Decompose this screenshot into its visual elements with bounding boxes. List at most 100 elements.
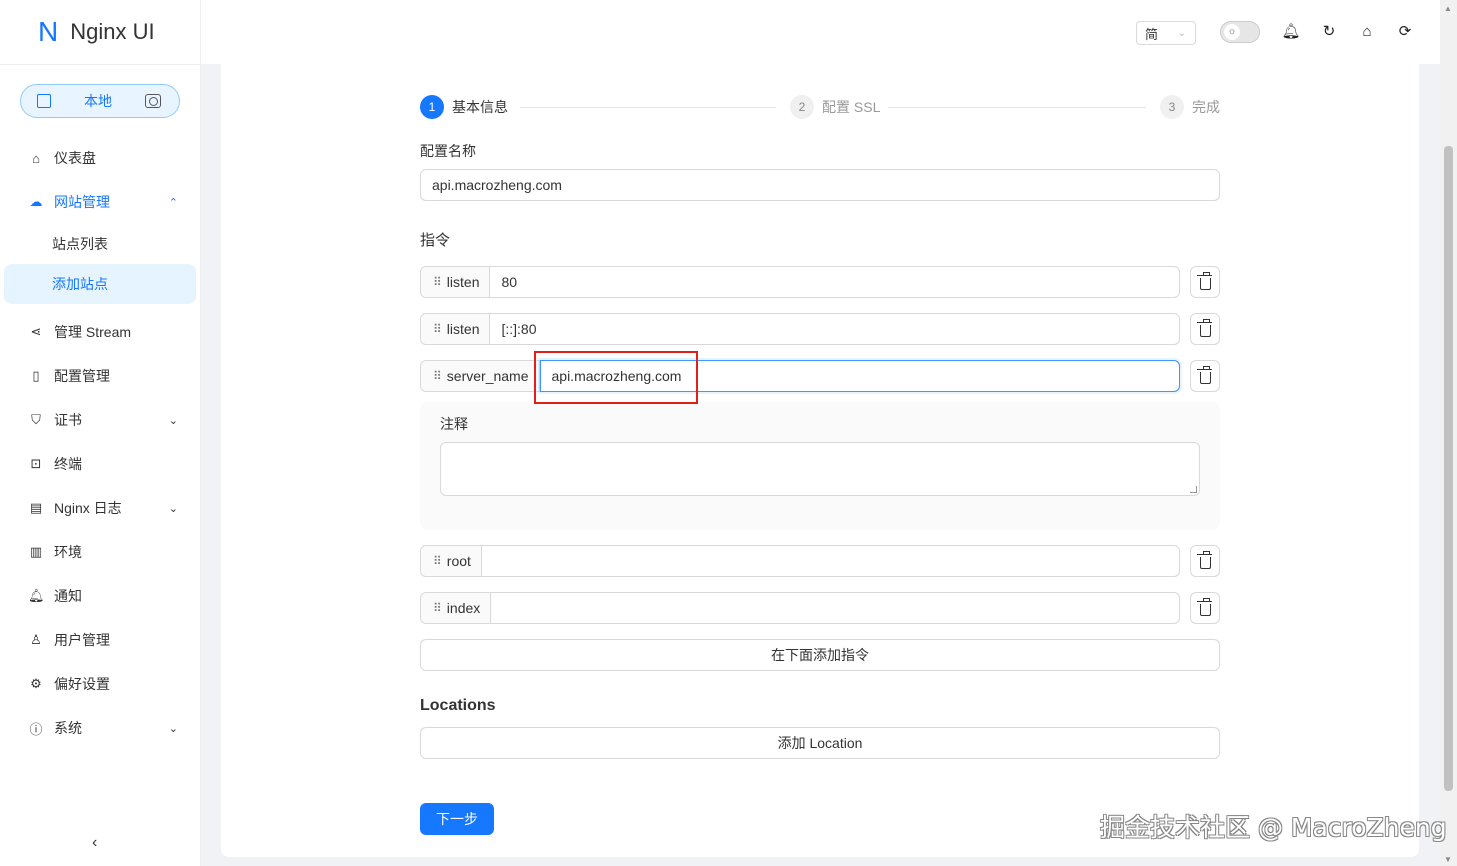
sidebar-item-users[interactable]: ♙ 用户管理 — [0, 618, 200, 662]
chevron-down-icon: ⌄ — [168, 722, 178, 735]
trash-icon — [1196, 550, 1212, 569]
server-icon — [37, 94, 51, 108]
top-header: 简 ⌄ ☼ 🔔︎ ↻ ⌂ ⟳ — [201, 0, 1440, 64]
locations-title: Locations — [420, 697, 496, 714]
next-step-button[interactable]: 下一步 — [420, 803, 494, 835]
language-select[interactable]: 简 ⌄ — [1136, 21, 1196, 45]
delete-directive-button[interactable] — [1190, 313, 1220, 345]
sidebar-item-certificates[interactable]: ⛉ 证书 ⌄ — [0, 398, 200, 442]
config-name-value: api.macrozheng.com — [432, 177, 562, 193]
config-name-input[interactable]: api.macrozheng.com — [420, 169, 1220, 201]
dashboard-icon[interactable] — [145, 94, 161, 108]
theme-toggle[interactable]: ☼ — [1220, 21, 1260, 43]
drag-handle-icon[interactable]: ⠿ — [433, 275, 442, 289]
watermark: 掘金技术社区 @ MacroZheng — [1100, 813, 1447, 842]
config-name-label: 配置名称 — [420, 143, 476, 159]
directive-name-label: listen — [446, 274, 480, 290]
drag-handle-icon[interactable]: ⠿ — [433, 369, 442, 383]
sidebar-menu: ⌂ 仪表盘 ☁ 网站管理 ⌃ 站点列表 添加站点 ⋖ 管理 Stream ▯ 配… — [0, 136, 200, 750]
directive-input-group: ⠿ root — [420, 545, 1180, 577]
add-directive-button[interactable]: 在下面添加指令 — [420, 639, 1220, 671]
directive-comment-panel: 注释 — [420, 402, 1220, 530]
terminal-icon: ⊡ — [30, 456, 42, 471]
delete-directive-button[interactable] — [1190, 592, 1220, 624]
sidebar-item-notifications[interactable]: 🔔︎ 通知 — [0, 574, 200, 618]
collapse-sidebar-icon[interactable]: ‹ — [92, 834, 97, 852]
step-title: 配置 SSL — [822, 99, 881, 115]
directive-name[interactable]: ⠿ index — [421, 593, 492, 623]
language-value: 简 — [1145, 26, 1159, 42]
delete-directive-button[interactable] — [1190, 360, 1220, 392]
scrollbar-thumb[interactable] — [1444, 146, 1453, 791]
sidebar-subitem-site-list[interactable]: 站点列表 — [0, 224, 200, 264]
delete-directive-button[interactable] — [1190, 545, 1220, 577]
scroll-down-icon[interactable]: ▼ — [1444, 855, 1452, 864]
step-number: 1 — [420, 95, 444, 119]
directive-name[interactable]: ⠿ server_name — [421, 361, 540, 391]
comment-label: 注释 — [440, 416, 468, 432]
directive-value-input[interactable] — [482, 546, 1179, 576]
sidebar-subitem-add-site[interactable]: 添加站点 — [4, 264, 196, 304]
trash-icon — [1196, 318, 1212, 337]
drag-handle-icon[interactable]: ⠿ — [433, 601, 442, 615]
steps: 1 基本信息 2 配置 SSL 3 完成 — [420, 95, 1220, 119]
directive-value-input[interactable]: 80 — [490, 267, 1179, 297]
sidebar-item-label: 网站管理 — [54, 194, 110, 210]
sidebar-item-label: 用户管理 — [54, 632, 110, 648]
directive-input-group: ⠿ index — [420, 592, 1180, 624]
sidebar-item-label: 系统 — [54, 720, 82, 736]
sidebar-item-environment[interactable]: ▥ 环境 — [0, 530, 200, 574]
delete-directive-button[interactable] — [1190, 266, 1220, 298]
sidebar-item-dashboard[interactable]: ⌂ 仪表盘 — [0, 136, 200, 180]
comment-textarea[interactable] — [440, 442, 1200, 496]
directive-row: ⠿ index — [420, 592, 1220, 624]
sidebar-item-nginx-log[interactable]: ▤ Nginx 日志 ⌄ — [0, 486, 200, 530]
directive-name[interactable]: ⠿ listen — [421, 267, 491, 297]
directive-name[interactable]: ⠿ root — [421, 546, 482, 576]
sidebar-item-label: 通知 — [54, 588, 82, 604]
step-divider — [888, 107, 1146, 108]
environment-switch[interactable]: 本地 — [20, 84, 180, 118]
share-icon: ⋖ — [30, 324, 42, 339]
sidebar-item-preferences[interactable]: ⚙ 偏好设置 — [0, 662, 200, 706]
scroll-up-icon[interactable]: ▲ — [1444, 4, 1452, 13]
sidebar-item-label: 环境 — [54, 544, 82, 560]
chevron-down-icon: ⌄ — [1177, 27, 1186, 39]
file-icon: ▯ — [32, 368, 40, 383]
directive-row: ⠿ root — [420, 545, 1220, 577]
bell-icon[interactable]: 🔔︎ — [1281, 21, 1301, 43]
directive-input-group: ⠿ listen 80 — [420, 266, 1180, 298]
sidebar-item-stream[interactable]: ⋖ 管理 Stream — [0, 310, 200, 354]
sidebar-item-terminal[interactable]: ⊡ 终端 — [0, 442, 200, 486]
logout-icon[interactable]: ⟳ — [1395, 21, 1415, 43]
trash-icon — [1196, 271, 1212, 290]
sidebar-item-system[interactable]: ⓘ 系统 ⌄ — [0, 706, 200, 750]
sidebar-item-label: 证书 — [54, 412, 82, 428]
directive-row: ⠿ listen 80 — [420, 266, 1220, 298]
directive-input-group: ⠿ listen [::]:80 — [420, 313, 1180, 345]
app-title: Nginx UI — [70, 19, 155, 44]
page-scrollbar[interactable]: ▲ ▼ — [1440, 0, 1457, 866]
sidebar-item-config[interactable]: ▯ 配置管理 — [0, 354, 200, 398]
content-card: 1 基本信息 2 配置 SSL 3 完成 配置名称 api.macrozheng… — [221, 64, 1419, 857]
directive-name-label: root — [446, 553, 471, 569]
directive-value-input[interactable]: [::]:80 — [490, 314, 1179, 344]
user-icon: ♙ — [30, 632, 42, 647]
chevron-down-icon: ⌄ — [168, 502, 178, 515]
directive-name-label: server_name — [446, 368, 529, 384]
directive-name[interactable]: ⠿ listen — [421, 314, 491, 344]
home-icon[interactable]: ⌂ — [1357, 21, 1377, 43]
drag-handle-icon[interactable]: ⠿ — [433, 554, 442, 568]
app-logo[interactable]: N Nginx UI — [0, 0, 200, 65]
home-icon: ⌂ — [32, 150, 40, 166]
sidebar-item-sites[interactable]: ☁ 网站管理 ⌃ — [0, 180, 200, 224]
add-location-button[interactable]: 添加 Location — [420, 727, 1220, 759]
drag-handle-icon[interactable]: ⠿ — [433, 322, 442, 336]
resize-handle-icon[interactable] — [1190, 486, 1197, 493]
directive-row: ⠿ listen [::]:80 — [420, 313, 1220, 345]
sidebar-item-label: 管理 Stream — [54, 324, 132, 340]
reload-icon[interactable]: ↻ — [1319, 21, 1339, 43]
annotation-highlight-box — [534, 351, 698, 404]
directive-name-label: listen — [446, 321, 480, 337]
directive-value-input[interactable] — [491, 593, 1179, 623]
